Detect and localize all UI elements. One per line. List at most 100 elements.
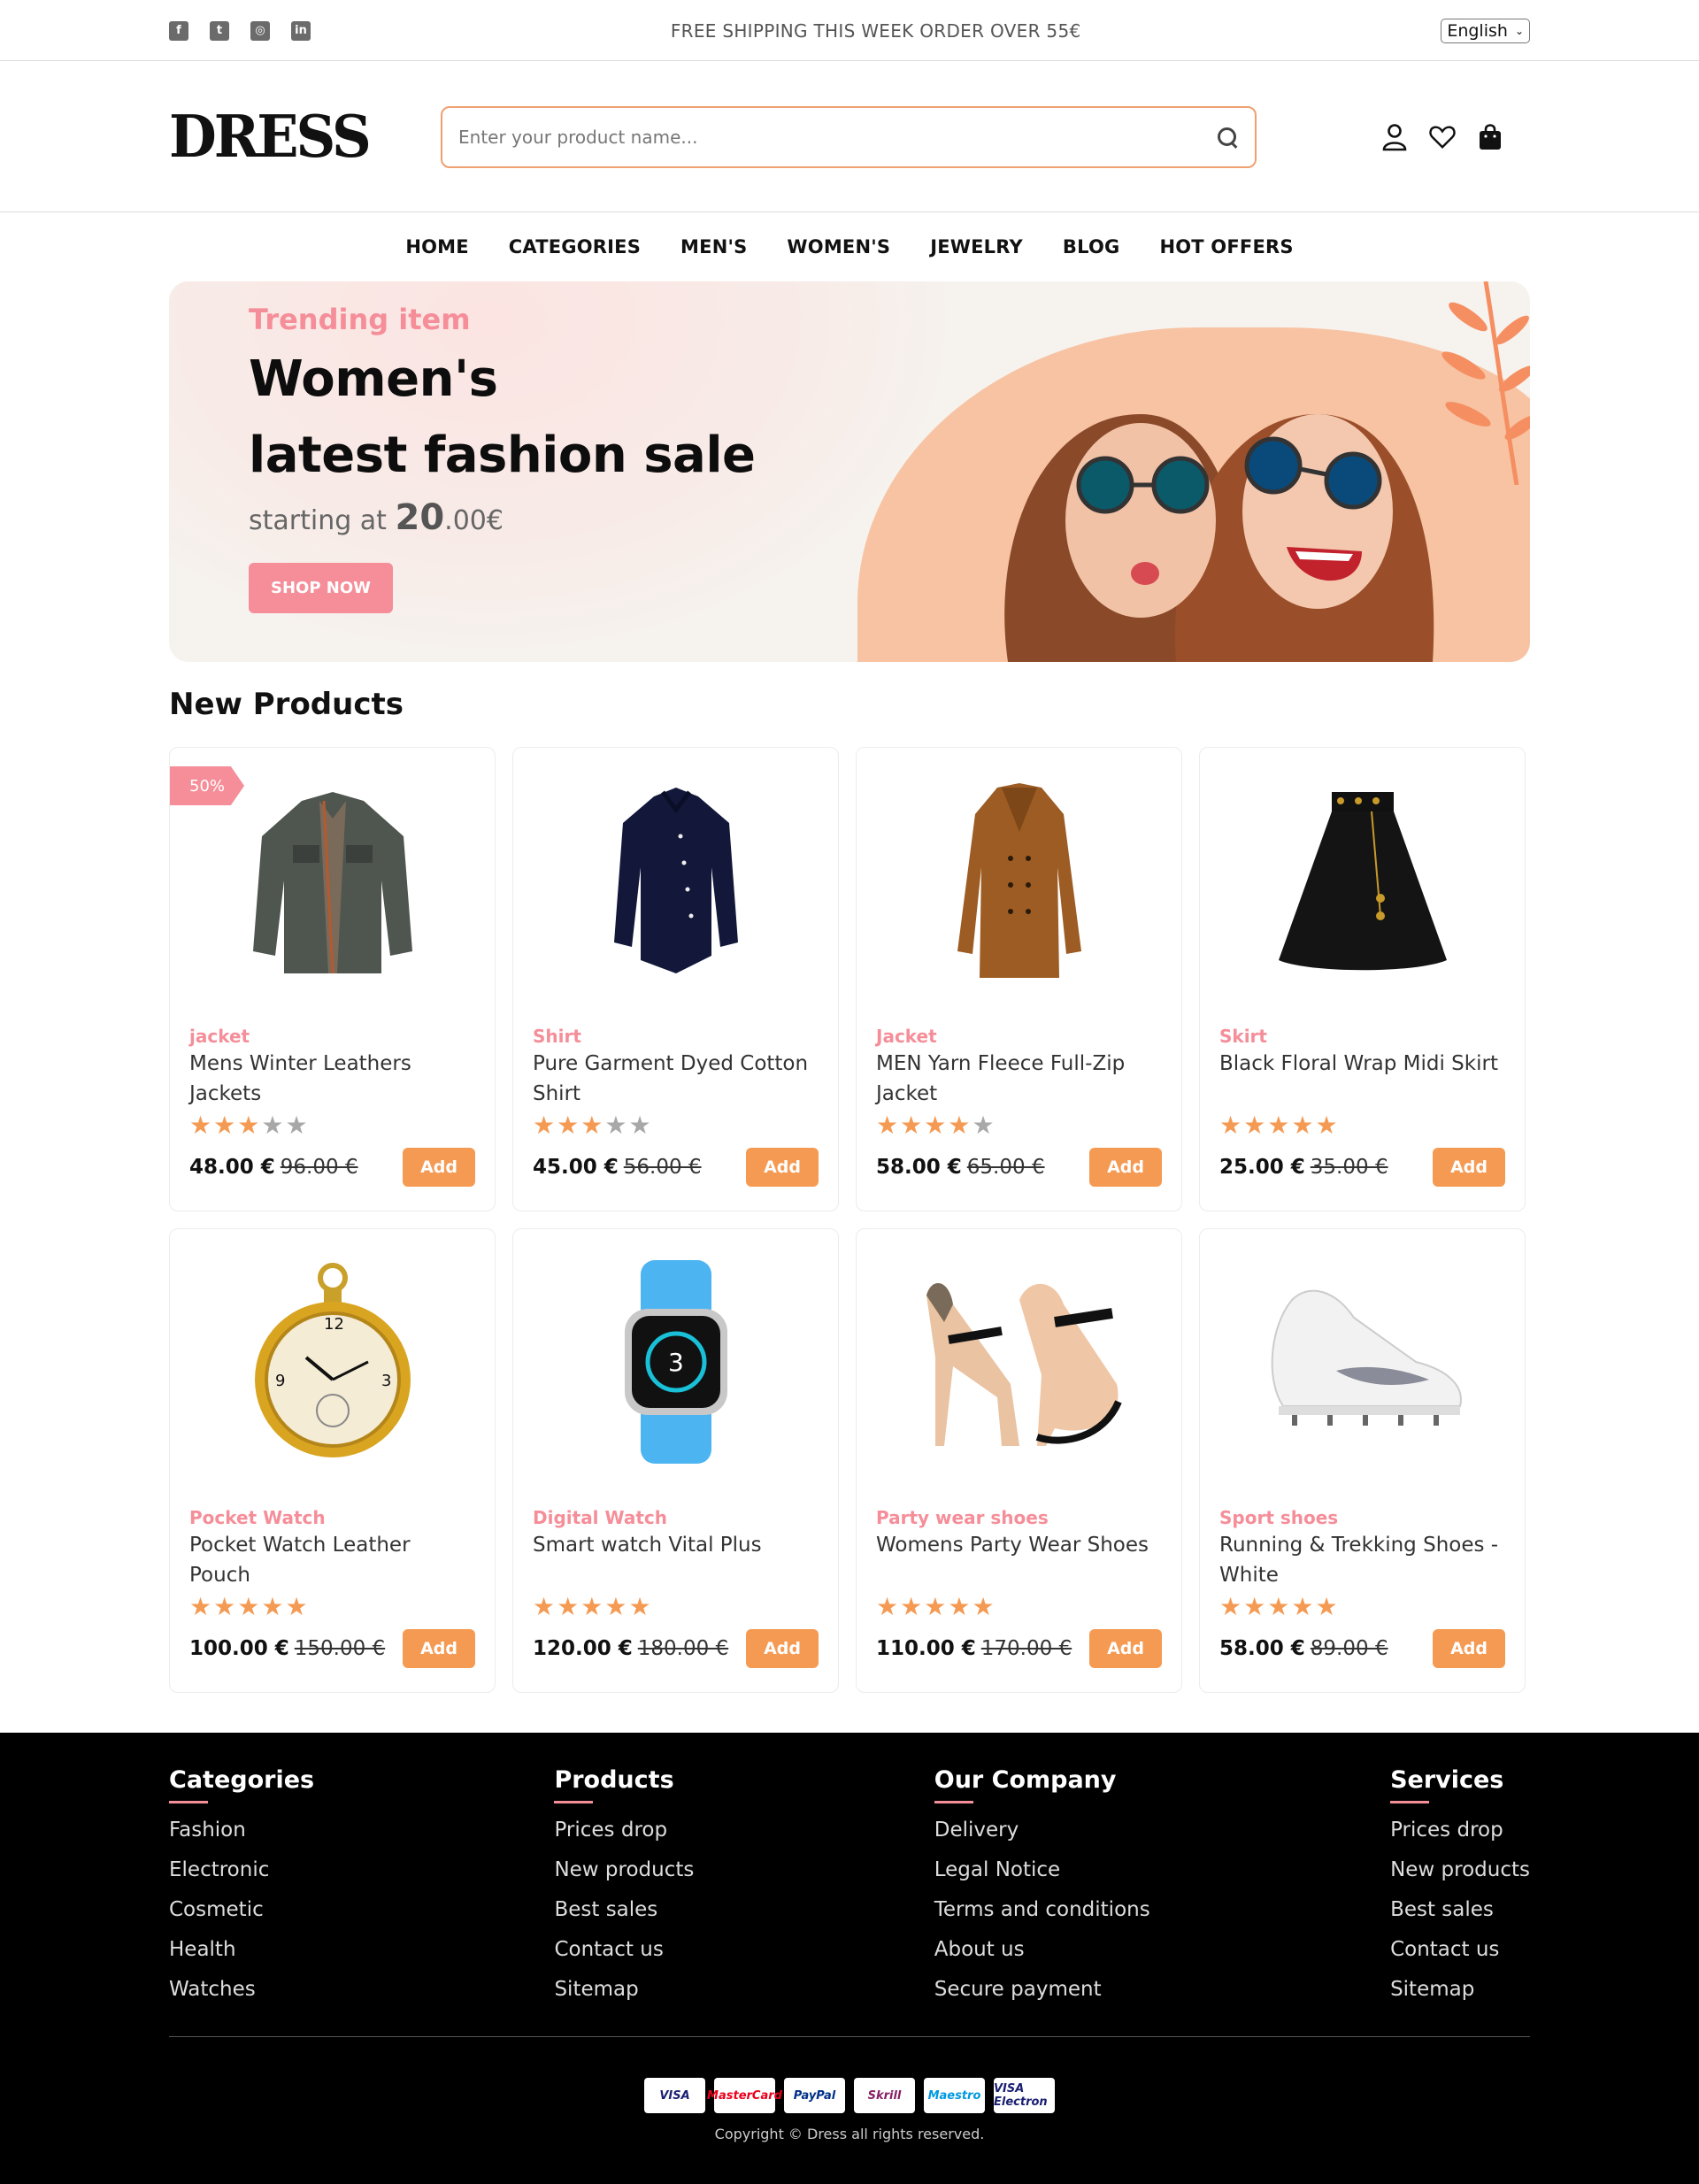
add-to-cart-button[interactable]: Add bbox=[1089, 1148, 1162, 1187]
star-icon: ★ bbox=[213, 1592, 236, 1621]
product-card[interactable]: Skirt Black Floral Wrap Midi Skirt ★ ★ ★ ★ ★ 2… bbox=[1199, 747, 1526, 1211]
party-heels-image[interactable] bbox=[876, 1229, 1162, 1495]
product-name[interactable]: Running & Trekking Shoes - White bbox=[1219, 1530, 1505, 1590]
nav-jewelry[interactable]: JEWELRY bbox=[930, 236, 1023, 258]
product-card[interactable]: Jacket MEN Yarn Fleece Full-Zip Jacket ★ ★ ★… bbox=[856, 747, 1182, 1211]
brown-coat-image[interactable] bbox=[876, 748, 1162, 1013]
footer-column: Categories Fashion Electronic Cosmetic Healt… bbox=[169, 1766, 314, 2010]
footer-link[interactable]: Sitemap bbox=[554, 1970, 694, 2010]
white-sneaker-image[interactable] bbox=[1219, 1229, 1505, 1495]
footer-link[interactable]: New products bbox=[554, 1850, 694, 1890]
star-icon: ★ bbox=[948, 1111, 971, 1140]
product-category[interactable]: jacket bbox=[189, 1026, 475, 1047]
black-skirt-image[interactable] bbox=[1219, 748, 1505, 1013]
footer-link[interactable]: About us bbox=[934, 1930, 1150, 1970]
payment-methods: VISA MasterCard PayPal Skrill Maestro VISA El… bbox=[169, 2078, 1530, 2113]
price-block: 48.00 €96.00 € bbox=[189, 1156, 358, 1179]
product-card[interactable]: Sport shoes Running & Trekking Shoes - Wh… bbox=[1199, 1228, 1526, 1693]
product-category[interactable]: Pocket Watch bbox=[189, 1507, 475, 1528]
navy-shirt-image[interactable] bbox=[533, 748, 819, 1013]
star-icon: ★ bbox=[628, 1592, 651, 1621]
star-icon: ★ bbox=[1267, 1592, 1290, 1621]
footer-link[interactable]: Electronic bbox=[169, 1850, 314, 1890]
footer-link[interactable]: Fashion bbox=[169, 1811, 314, 1850]
footer-link[interactable]: Watches bbox=[169, 1970, 314, 2010]
product-name[interactable]: Pure Garment Dyed Cotton Shirt bbox=[533, 1049, 819, 1109]
footer-link[interactable]: Delivery bbox=[934, 1811, 1150, 1850]
current-price: 45.00 € bbox=[533, 1156, 619, 1179]
product-name[interactable]: MEN Yarn Fleece Full-Zip Jacket bbox=[876, 1049, 1162, 1109]
current-price: 110.00 € bbox=[876, 1637, 976, 1660]
instagram-icon[interactable]: ◎ bbox=[250, 20, 270, 41]
hero-starting-price: starting at 20.00€ bbox=[249, 497, 756, 538]
language-select[interactable]: English ⌄ bbox=[1441, 18, 1530, 43]
search-input[interactable] bbox=[458, 126, 1184, 148]
footer-link[interactable]: New products bbox=[1390, 1850, 1530, 1890]
product-name[interactable]: Pocket Watch Leather Pouch bbox=[189, 1530, 475, 1590]
footer-link[interactable]: Contact us bbox=[1390, 1930, 1530, 1970]
add-to-cart-button[interactable]: Add bbox=[403, 1148, 475, 1187]
search-bar bbox=[441, 105, 1257, 168]
footer-column-title: Products bbox=[554, 1766, 674, 1794]
footer-link[interactable]: Terms and conditions bbox=[934, 1890, 1150, 1930]
footer-link[interactable]: Contact us bbox=[554, 1930, 694, 1970]
add-to-cart-button[interactable]: Add bbox=[1433, 1629, 1505, 1668]
product-name[interactable]: Womens Party Wear Shoes bbox=[876, 1530, 1162, 1590]
product-category[interactable]: Skirt bbox=[1219, 1026, 1505, 1047]
product-card[interactable]: 50% jacket Mens Winter Leathers Jackets ★ ★ ★… bbox=[169, 747, 496, 1211]
payment-logo: VISA Electron bbox=[994, 2078, 1055, 2113]
pocket-watch-image[interactable]: 12 9 3 bbox=[189, 1229, 475, 1495]
product-category[interactable]: Jacket bbox=[876, 1026, 1162, 1047]
add-to-cart-button[interactable]: Add bbox=[403, 1629, 475, 1668]
star-icon: ★ bbox=[1291, 1111, 1314, 1140]
nav-categories[interactable]: CATEGORIES bbox=[509, 236, 641, 258]
product-name[interactable]: Mens Winter Leathers Jackets bbox=[189, 1049, 475, 1109]
add-to-cart-button[interactable]: Add bbox=[746, 1629, 819, 1668]
add-to-cart-button[interactable]: Add bbox=[1089, 1629, 1162, 1668]
user-icon[interactable] bbox=[1381, 123, 1408, 151]
product-category[interactable]: Digital Watch bbox=[533, 1507, 819, 1528]
search-icon[interactable] bbox=[1216, 126, 1239, 149]
footer-link[interactable]: Legal Notice bbox=[934, 1850, 1150, 1890]
footer-link[interactable]: Secure payment bbox=[934, 1970, 1150, 2010]
linkedin-icon[interactable]: in bbox=[291, 20, 311, 41]
facebook-icon[interactable]: f bbox=[169, 20, 188, 41]
nav-hot-offers[interactable]: HOT OFFERS bbox=[1159, 236, 1293, 258]
product-category[interactable]: Party wear shoes bbox=[876, 1507, 1162, 1528]
product-card[interactable]: Party wear shoes Womens Party Wear Shoes ★… bbox=[856, 1228, 1182, 1693]
product-card[interactable]: Shirt Pure Garment Dyed Cotton Shirt ★ ★ ★ ★ ★… bbox=[512, 747, 839, 1211]
heart-icon[interactable] bbox=[1429, 123, 1456, 151]
footer-link[interactable]: Cosmetic bbox=[169, 1890, 314, 1930]
add-to-cart-button[interactable]: Add bbox=[1433, 1148, 1505, 1187]
nav-mens[interactable]: MEN'S bbox=[680, 236, 747, 258]
product-card[interactable]: 3 Digital Watch Smart watch Vital Plus ★ ★ ★ ★… bbox=[512, 1228, 839, 1693]
product-category[interactable]: Shirt bbox=[533, 1026, 819, 1047]
footer-link[interactable]: Sitemap bbox=[1390, 1970, 1530, 2010]
smart-watch-image[interactable]: 3 bbox=[533, 1229, 819, 1495]
shop-now-button[interactable]: SHOP NOW bbox=[249, 563, 394, 613]
product-name[interactable]: Black Floral Wrap Midi Skirt bbox=[1219, 1049, 1505, 1109]
nav-womens[interactable]: WOMEN'S bbox=[787, 236, 890, 258]
product-name[interactable]: Smart watch Vital Plus bbox=[533, 1530, 819, 1590]
old-price: 89.00 € bbox=[1310, 1637, 1388, 1660]
footer-link[interactable]: Health bbox=[169, 1930, 314, 1970]
footer-link[interactable]: Prices drop bbox=[554, 1811, 694, 1850]
product-category[interactable]: Sport shoes bbox=[1219, 1507, 1505, 1528]
hero-text: Trending item Women's latest fashion sal… bbox=[249, 303, 756, 613]
rating-stars: ★ ★ ★ ★ ★ bbox=[189, 1594, 475, 1620]
nav-blog[interactable]: BLOG bbox=[1063, 236, 1120, 258]
footer-link[interactable]: Best sales bbox=[1390, 1890, 1530, 1930]
price-block: 58.00 €65.00 € bbox=[876, 1156, 1045, 1179]
header-actions bbox=[1381, 123, 1503, 151]
bag-icon[interactable] bbox=[1477, 123, 1503, 151]
logo[interactable]: DRESS bbox=[169, 103, 441, 171]
twitter-icon[interactable]: t bbox=[210, 20, 229, 41]
add-to-cart-button[interactable]: Add bbox=[746, 1148, 819, 1187]
price-row: 100.00 €150.00 € Add bbox=[189, 1629, 475, 1668]
rating-stars: ★ ★ ★ ★ ★ bbox=[189, 1112, 475, 1139]
footer-link[interactable]: Prices drop bbox=[1390, 1811, 1530, 1850]
nav-home[interactable]: HOME bbox=[405, 236, 468, 258]
footer-link[interactable]: Best sales bbox=[554, 1890, 694, 1930]
product-card[interactable]: 12 9 3 Pocket Watch Pocket Watch Leather Pou… bbox=[169, 1228, 496, 1693]
rating-stars: ★ ★ ★ ★ ★ bbox=[876, 1112, 1162, 1139]
